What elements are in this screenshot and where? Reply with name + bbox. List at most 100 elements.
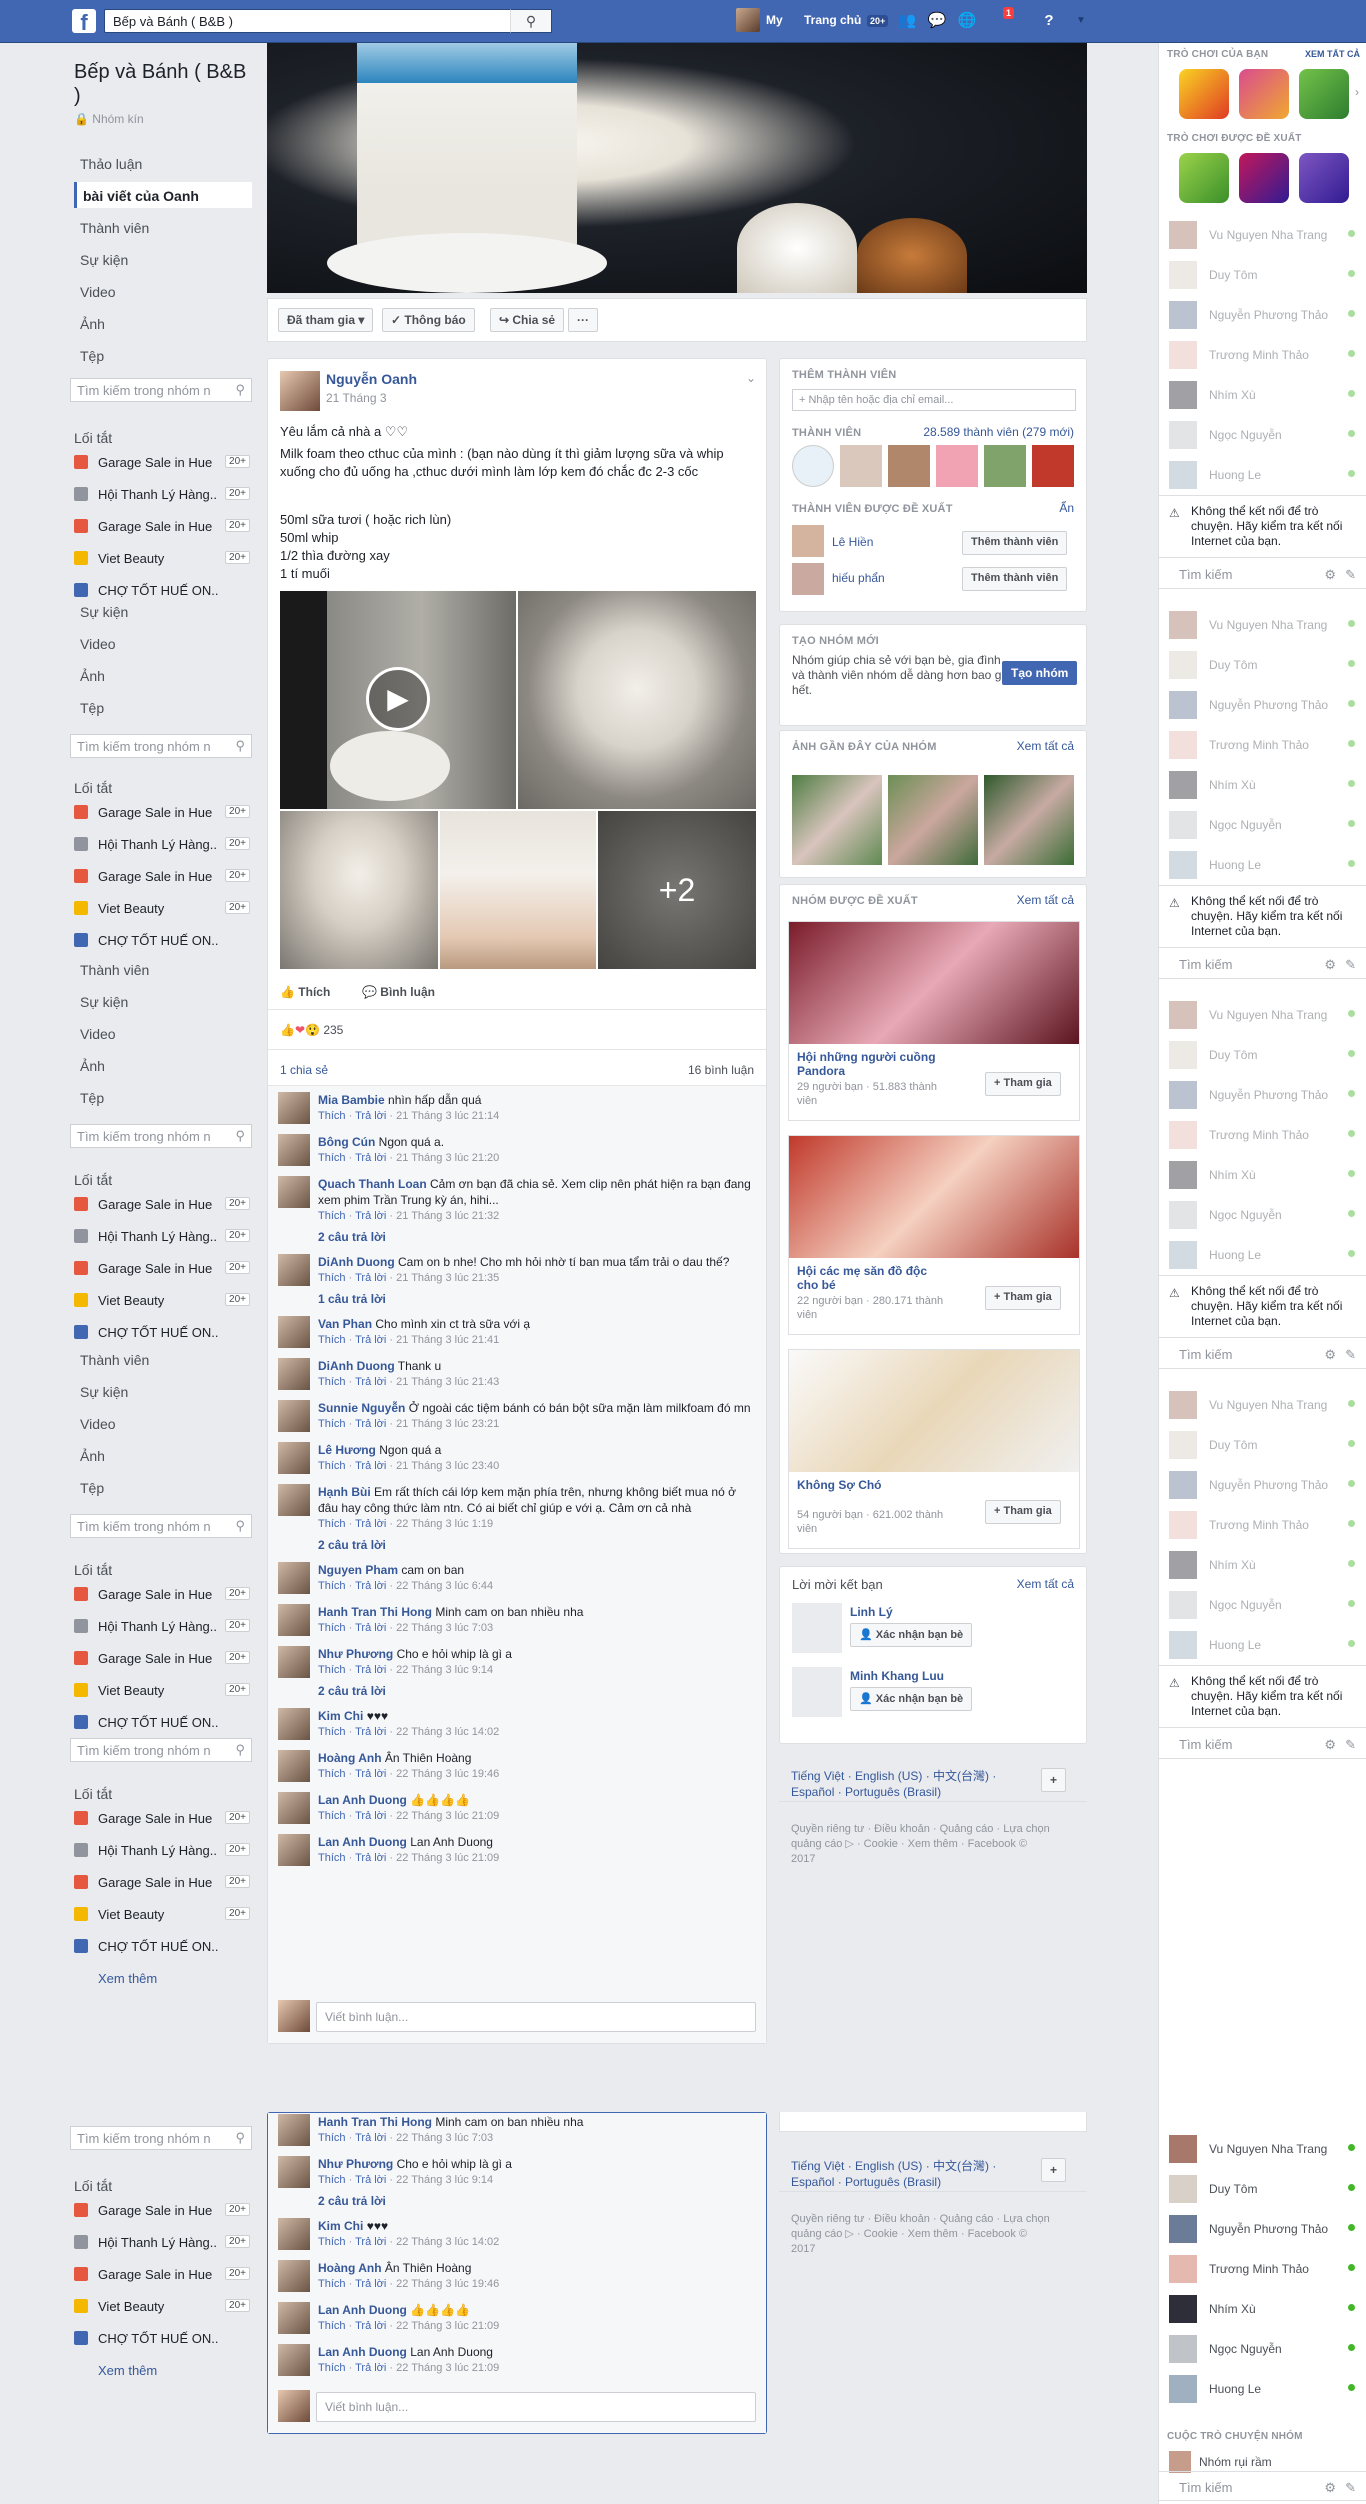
- comment-like-link[interactable]: Thích: [318, 1580, 346, 1592]
- chat-search-input[interactable]: Tìm kiếm ⚙ ✎: [1159, 1339, 1366, 1369]
- avatar[interactable]: [278, 1254, 310, 1286]
- comment-reply-link[interactable]: Trả lời: [355, 2278, 386, 2290]
- comment-reply-link[interactable]: Trả lời: [355, 1376, 386, 1388]
- new-message-icon[interactable]: ✎: [1345, 2480, 1356, 2496]
- chat-search-input[interactable]: Tìm kiếm ⚙ ✎: [1159, 559, 1366, 589]
- recent-photo[interactable]: [888, 775, 978, 865]
- see-all-link[interactable]: Xem tất cả: [1017, 739, 1074, 753]
- search-icon[interactable]: ⚲: [235, 382, 245, 398]
- group-search-input[interactable]: Tìm kiếm trong nhóm n ⚲: [70, 2126, 252, 2150]
- comment-author[interactable]: Bông Cún: [318, 1135, 375, 1149]
- comment-reply-link[interactable]: Trả lời: [355, 1580, 386, 1592]
- member-avatars[interactable]: [792, 445, 1076, 489]
- search-icon[interactable]: ⚲: [235, 1742, 245, 1758]
- post-photo[interactable]: [440, 811, 596, 969]
- avatar[interactable]: [278, 2344, 310, 2376]
- comment-like-link[interactable]: Thích: [318, 1460, 346, 1472]
- footer-links[interactable]: Quyền riêng tư · Điều khoản · Quảng cáo …: [791, 2212, 1051, 2257]
- comment-author[interactable]: Hanh Tran Thi Hong: [318, 2115, 432, 2129]
- messages-icon[interactable]: 💬: [926, 11, 948, 31]
- new-message-icon[interactable]: ✎: [1345, 1347, 1356, 1363]
- gear-icon[interactable]: ⚙: [1324, 1737, 1336, 1753]
- comment-button[interactable]: 💬 Bình luận: [362, 985, 435, 999]
- search-icon[interactable]: ⚲: [235, 738, 245, 754]
- shortcut-item[interactable]: Hội Thanh Lý Hàng... 20+: [74, 2232, 252, 2254]
- group-cover-photo[interactable]: [267, 43, 1087, 293]
- chat-contact[interactable]: Nhím Xù: [1169, 1549, 1365, 1579]
- game-zingplay-icon[interactable]: [1239, 69, 1289, 119]
- shortcut-item[interactable]: Viet Beauty 20+: [74, 2296, 252, 2318]
- chat-contact[interactable]: Nguyễn Phương Thảo: [1169, 2213, 1365, 2243]
- group-cover-image[interactable]: [789, 1350, 1079, 1472]
- search-icon[interactable]: ⚲: [235, 1518, 245, 1534]
- comment-reply-link[interactable]: Trả lời: [355, 1210, 386, 1222]
- nav-item[interactable]: Tệp: [74, 342, 252, 368]
- avatar[interactable]: [278, 2114, 310, 2146]
- comment-reply-link[interactable]: Trả lời: [355, 2320, 386, 2332]
- comment-author[interactable]: Lê Hương: [318, 1443, 376, 1457]
- chat-contact[interactable]: Vu Nguyen Nha Trang: [1169, 219, 1365, 249]
- see-all-link[interactable]: Xem tất cả: [1017, 1577, 1074, 1591]
- avatar[interactable]: [278, 1134, 310, 1166]
- avatar[interactable]: [278, 1316, 310, 1348]
- chat-search-input[interactable]: Tìm kiếm ⚙ ✎: [1159, 1729, 1366, 1759]
- home-link[interactable]: Trang chủ: [804, 13, 861, 27]
- comment-reply-link[interactable]: Trả lời: [355, 2132, 386, 2144]
- suggested-group[interactable]: Hội những người cuồng Pandora 29 người bạ…: [788, 921, 1080, 1121]
- comment-author[interactable]: Kim Chi: [318, 1709, 363, 1723]
- group-search-input[interactable]: Tìm kiếm trong nhóm n ⚲: [70, 734, 252, 758]
- comment-like-link[interactable]: Thích: [318, 1152, 346, 1164]
- view-replies-link[interactable]: 2 câu trả lời: [318, 1684, 386, 1698]
- comment-input[interactable]: Viết bình luận...: [316, 2392, 756, 2422]
- group-name[interactable]: Hội những người cuồng Pandora: [797, 1050, 947, 1078]
- friend-requests-icon[interactable]: 👥: [896, 11, 918, 31]
- suggested-group[interactable]: Hội các mẹ săn đồ độc cho bé 22 người bạn…: [788, 1135, 1080, 1335]
- comment-timestamp[interactable]: 22 Tháng 3 lúc 9:14: [396, 1664, 493, 1676]
- shortcut-item[interactable]: CHỢ TỐT HUẾ ON...: [74, 1322, 252, 1344]
- notifications-button[interactable]: ✓ Thông báo: [382, 308, 475, 332]
- members-count-link[interactable]: 28.589 thành viên (279 mới): [923, 425, 1074, 439]
- comment-like-link[interactable]: Thích: [318, 1768, 346, 1780]
- comment-reply-link[interactable]: Trả lời: [355, 1768, 386, 1780]
- add-language-button[interactable]: +: [1041, 1768, 1067, 1792]
- shortcut-item[interactable]: Garage Sale in Hue 20+: [74, 2264, 252, 2286]
- chat-contact[interactable]: Duy Tôm: [1169, 649, 1365, 679]
- shortcut-item[interactable]: Garage Sale in Hue 20+: [74, 452, 252, 474]
- group-cover-image[interactable]: [789, 1136, 1079, 1258]
- chevron-down-icon[interactable]: ▼: [1070, 11, 1092, 31]
- comment-reply-link[interactable]: Trả lời: [355, 1272, 386, 1284]
- avatar[interactable]: [278, 1562, 310, 1594]
- game-vegas-icon[interactable]: [1239, 153, 1289, 203]
- comment-like-link[interactable]: Thích: [318, 1418, 346, 1430]
- shortcut-item[interactable]: Garage Sale in Hue 20+: [74, 1194, 252, 1216]
- comment-like-link[interactable]: Thích: [318, 1272, 346, 1284]
- avatar[interactable]: [278, 1834, 310, 1866]
- comment-author[interactable]: Lan Anh Duong: [318, 1793, 407, 1807]
- chat-contact[interactable]: Ngọc Nguyễn: [1169, 1589, 1365, 1619]
- comment-like-link[interactable]: Thích: [318, 1726, 346, 1738]
- comment-author[interactable]: Lan Anh Duong: [318, 2303, 407, 2317]
- comment-author[interactable]: Sunnie Nguyễn: [318, 1401, 405, 1415]
- see-all-link[interactable]: XEM TẤT CẢ: [1305, 49, 1360, 59]
- avatar[interactable]: [278, 1092, 310, 1124]
- avatar[interactable]: [792, 1603, 842, 1653]
- comment-author[interactable]: Hanh Tran Thi Hong: [318, 1605, 432, 1619]
- nav-item[interactable]: Video: [74, 1410, 252, 1436]
- shortcut-item[interactable]: Hội Thanh Lý Hàng... 20+: [74, 834, 252, 856]
- comment-like-link[interactable]: Thích: [318, 2132, 346, 2144]
- chat-contact[interactable]: Nhím Xù: [1169, 769, 1365, 799]
- shortcut-item[interactable]: CHỢ TỐT HUẾ ON...: [74, 1712, 252, 1734]
- gear-icon[interactable]: ⚙: [1324, 2480, 1336, 2496]
- nav-item[interactable]: Sự kiện: [74, 988, 252, 1014]
- comment-author[interactable]: Như Phương: [318, 1647, 393, 1661]
- shortcut-item[interactable]: CHỢ TỐT HUẾ ON...: [74, 930, 252, 952]
- game-frog-icon[interactable]: [1299, 69, 1349, 119]
- shortcut-item[interactable]: Viet Beauty 20+: [74, 1290, 252, 1312]
- see-all-link[interactable]: Xem tất cả: [1017, 893, 1074, 907]
- shortcut-item[interactable]: Garage Sale in Hue 20+: [74, 1584, 252, 1606]
- comment-like-link[interactable]: Thích: [318, 2278, 346, 2290]
- comment-reply-link[interactable]: Trả lời: [355, 1664, 386, 1676]
- shortcut-item[interactable]: Viet Beauty 20+: [74, 898, 252, 920]
- chat-contact[interactable]: Ngọc Nguyễn: [1169, 809, 1365, 839]
- comment-reply-link[interactable]: Trả lời: [355, 1518, 386, 1530]
